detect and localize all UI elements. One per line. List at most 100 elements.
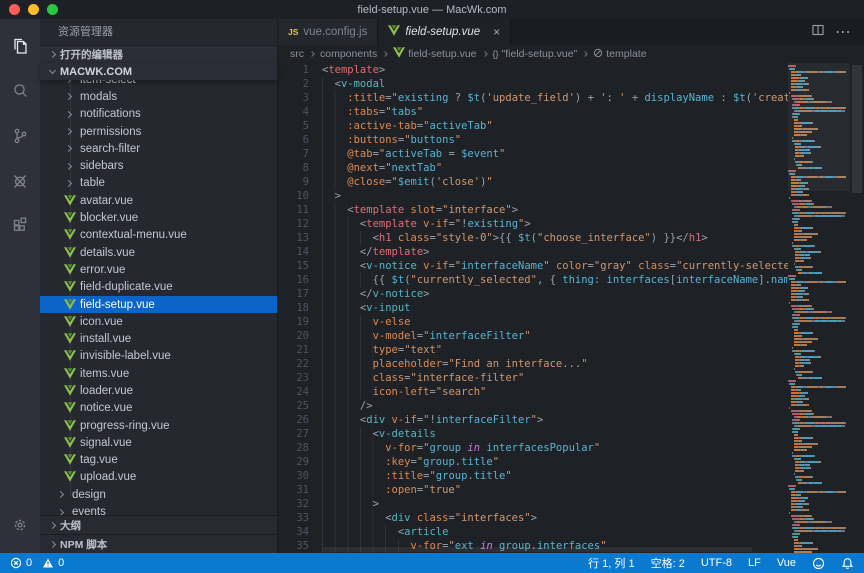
- encoding-indicator[interactable]: UTF-8: [701, 557, 732, 569]
- code-line[interactable]: placeholder="Find an interface...": [322, 357, 788, 371]
- tree-item-design[interactable]: design: [40, 486, 277, 503]
- code-line[interactable]: <v-notice v-if="interfaceName" color="gr…: [322, 259, 788, 273]
- breadcrumb-item-1[interactable]: src: [290, 48, 304, 60]
- code-line[interactable]: >: [322, 189, 788, 203]
- tree-item-sidebars[interactable]: sidebars: [40, 157, 277, 174]
- tab-field-setup.vue[interactable]: field-setup.vue×: [378, 19, 511, 45]
- code-line[interactable]: :buttons="buttons": [322, 133, 788, 147]
- tree-item-search-filter[interactable]: search-filter: [40, 140, 277, 157]
- code-line[interactable]: <div v-if="!interfaceFilter">: [322, 413, 788, 427]
- close-icon[interactable]: ×: [493, 25, 500, 39]
- tree-item-notice.vue[interactable]: notice.vue: [40, 400, 277, 417]
- feedback-smiley-icon[interactable]: [812, 557, 825, 570]
- tree-item-permissions[interactable]: permissions: [40, 123, 277, 140]
- notifications-bell-icon[interactable]: [841, 557, 854, 570]
- breadcrumb-item-2[interactable]: components: [320, 48, 377, 60]
- code-line[interactable]: :active-tab="activeTab": [322, 119, 788, 133]
- explorer-icon[interactable]: [0, 23, 40, 68]
- code-line[interactable]: />: [322, 399, 788, 413]
- problems-errors[interactable]: 0: [10, 557, 32, 569]
- code-line[interactable]: {{ $t("currently_selected", { thing: int…: [322, 273, 788, 287]
- code-line[interactable]: icon-left="search": [322, 385, 788, 399]
- code-line[interactable]: v-model="interfaceFilter": [322, 329, 788, 343]
- tree-item-install.vue[interactable]: install.vue: [40, 330, 277, 347]
- tab-vue.config.js[interactable]: JSvue.config.js: [278, 19, 378, 45]
- code-line[interactable]: @next="nextTab": [322, 161, 788, 175]
- problems-warnings[interactable]: 0: [42, 557, 64, 569]
- tree-item-invisible-label.vue[interactable]: invisible-label.vue: [40, 348, 277, 365]
- tree-item-events[interactable]: events: [40, 503, 277, 515]
- tree-item-tag.vue[interactable]: tag.vue: [40, 452, 277, 469]
- tree-item-progress-ring.vue[interactable]: progress-ring.vue: [40, 417, 277, 434]
- scrollbar-slider[interactable]: [852, 65, 862, 193]
- breadcrumb-item-4[interactable]: {}"field-setup.vue": [493, 48, 578, 60]
- code-line[interactable]: <v-details: [322, 427, 788, 441]
- code-line[interactable]: >: [322, 497, 788, 511]
- more-actions-icon[interactable]: ⋯: [835, 22, 852, 42]
- tree-item-upload.vue[interactable]: upload.vue: [40, 469, 277, 486]
- tree-item-contextual-menu.vue[interactable]: contextual-menu.vue: [40, 227, 277, 244]
- code-line[interactable]: @close="$emit('close')": [322, 175, 788, 189]
- tree-item-items.vue[interactable]: items.vue: [40, 365, 277, 382]
- code-line[interactable]: :tabs="tabs": [322, 105, 788, 119]
- code-line[interactable]: <div class="interfaces">: [322, 511, 788, 525]
- tree-item-field-setup.vue[interactable]: field-setup.vue: [40, 296, 277, 313]
- code-line[interactable]: :open="true": [322, 483, 788, 497]
- minimize-window-button[interactable]: [28, 4, 39, 15]
- tree-item-table[interactable]: table: [40, 175, 277, 192]
- tree-item-loader.vue[interactable]: loader.vue: [40, 382, 277, 399]
- tree-item-signal.vue[interactable]: signal.vue: [40, 434, 277, 451]
- code-line[interactable]: class="interface-filter": [322, 371, 788, 385]
- code-line[interactable]: </v-notice>: [322, 287, 788, 301]
- code-line[interactable]: :title="group.title": [322, 469, 788, 483]
- source-control-icon[interactable]: [0, 113, 40, 158]
- code-line[interactable]: <template v-if="!existing">: [322, 217, 788, 231]
- code-editor[interactable]: 1234567891011121314151617181920212223242…: [278, 63, 864, 553]
- eol-indicator[interactable]: LF: [748, 557, 761, 569]
- debug-icon[interactable]: [0, 158, 40, 203]
- code-line[interactable]: <template slot="interface">: [322, 203, 788, 217]
- tree-item-icon.vue[interactable]: icon.vue: [40, 313, 277, 330]
- npm-scripts-section[interactable]: NPM 脚本: [40, 534, 277, 553]
- minimap-slider[interactable]: [788, 63, 850, 191]
- code-line[interactable]: v-for="group in interfacesPopular": [322, 441, 788, 455]
- breadcrumb-item-3[interactable]: field-setup.vue: [393, 47, 476, 61]
- tree-item-details.vue[interactable]: details.vue: [40, 244, 277, 261]
- code-line[interactable]: :key="group.title": [322, 455, 788, 469]
- code-line[interactable]: <v-input: [322, 301, 788, 315]
- close-window-button[interactable]: [9, 4, 20, 15]
- search-icon[interactable]: [0, 68, 40, 113]
- code-line[interactable]: <h1 class="style-0">{{ $t("choose_interf…: [322, 231, 788, 245]
- vue-file-icon: [64, 420, 76, 432]
- indentation-indicator[interactable]: 空格: 2: [651, 555, 685, 571]
- vertical-scrollbar[interactable]: [850, 63, 864, 553]
- code-line[interactable]: type="text": [322, 343, 788, 357]
- workspace-root-header[interactable]: MACWK.COM: [40, 63, 277, 80]
- split-editor-icon[interactable]: [811, 23, 825, 42]
- code-line[interactable]: v-else: [322, 315, 788, 329]
- language-mode[interactable]: Vue: [777, 557, 796, 569]
- code-line[interactable]: <v-modal: [322, 77, 788, 91]
- open-editors-section[interactable]: 打开的编辑器: [40, 45, 277, 63]
- tree-item-blocker.vue[interactable]: blocker.vue: [40, 209, 277, 226]
- outline-section[interactable]: 大纲: [40, 515, 277, 534]
- cursor-position[interactable]: 行 1, 列 1: [588, 555, 634, 571]
- breadcrumb-item-5[interactable]: template: [593, 48, 646, 61]
- minimap[interactable]: [788, 63, 850, 553]
- maximize-window-button[interactable]: [47, 4, 58, 15]
- code-line[interactable]: </template>: [322, 245, 788, 259]
- horizontal-scrollbar[interactable]: [322, 547, 752, 552]
- tree-item-notifications[interactable]: notifications: [40, 106, 277, 123]
- settings-gear-icon[interactable]: [0, 502, 40, 547]
- code-line[interactable]: @tab="activeTab = $event": [322, 147, 788, 161]
- extensions-icon[interactable]: [0, 203, 40, 248]
- code-content[interactable]: <template><v-modal:title="existing ? $t(…: [322, 63, 788, 553]
- tree-item-item-select[interactable]: item-select: [40, 80, 277, 88]
- tree-item-avatar.vue[interactable]: avatar.vue: [40, 192, 277, 209]
- tree-item-error.vue[interactable]: error.vue: [40, 261, 277, 278]
- code-line[interactable]: :title="existing ? $t('update_field') + …: [322, 91, 788, 105]
- tree-item-modals[interactable]: modals: [40, 88, 277, 105]
- code-line[interactable]: <article: [322, 525, 788, 539]
- tree-item-field-duplicate.vue[interactable]: field-duplicate.vue: [40, 279, 277, 296]
- code-line[interactable]: <template>: [322, 63, 788, 77]
